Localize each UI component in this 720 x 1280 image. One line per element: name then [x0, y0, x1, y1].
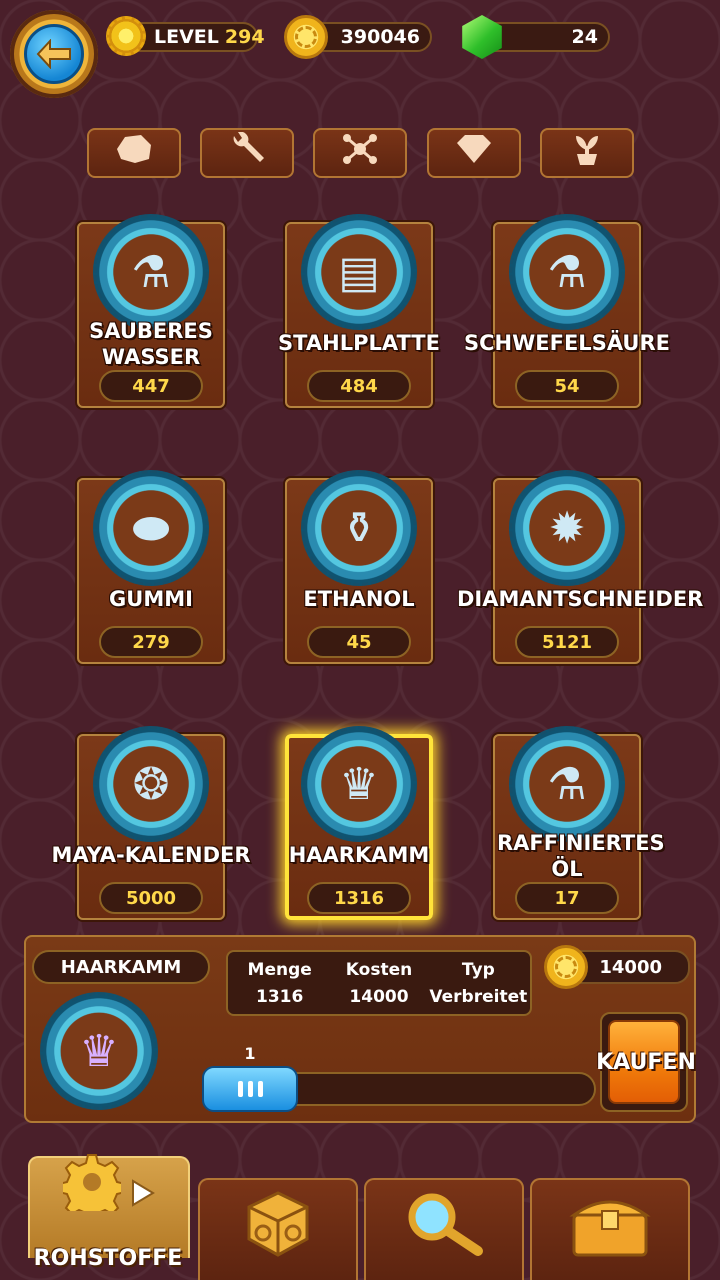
wrench-icon [228, 131, 266, 174]
hair-comb-icon: ♛ [339, 758, 379, 810]
item-badge: ⚱ [301, 470, 417, 586]
coin-icon [284, 15, 328, 59]
buy-button-label: KAUFEN [596, 1050, 696, 1075]
item-quantity: 17 [515, 882, 619, 914]
item-quantity: 279 [99, 626, 203, 658]
item-quantity: 1316 [307, 882, 411, 914]
coins-value: 390046 [340, 26, 420, 48]
saw-blade-icon: ✹ [548, 502, 586, 554]
gems-value: 24 [571, 26, 598, 48]
item-quantity: 54 [515, 370, 619, 402]
bottle-icon: ⚱ [340, 502, 378, 554]
item-badge: ⚗ [509, 726, 625, 842]
nav-tab-search[interactable] [364, 1178, 524, 1280]
item-info-box: Menge Kosten Typ 1316 14000 Verbreitet [226, 950, 532, 1016]
steel-plates-icon: ▤ [338, 246, 380, 298]
back-arrow-icon [24, 24, 84, 84]
nav-tab-chest[interactable] [530, 1178, 690, 1280]
kosten-label: Kosten [345, 959, 413, 980]
category-tab-chemistry[interactable] [313, 128, 407, 178]
selected-item-badge: ♛ [40, 992, 158, 1110]
menge-label: Menge [247, 959, 312, 980]
category-tab-gems[interactable] [427, 128, 521, 178]
item-badge: ⬬ [93, 470, 209, 586]
item-quantity: 45 [307, 626, 411, 658]
gear-icon [58, 1153, 126, 1224]
item-badge: ⚗ [93, 214, 209, 330]
item-badge: ⚗ [509, 214, 625, 330]
item-name: DIAMANTSCHNEIDER [457, 587, 704, 611]
item-name: SCHWEFELSÄURE [464, 331, 670, 355]
flask-oil-icon: ⚗ [547, 758, 587, 810]
item-quantity: 484 [307, 370, 411, 402]
maya-calendar-icon: ❂ [132, 758, 170, 810]
item-name: GUMMI [109, 587, 193, 611]
kosten-value: 14000 [349, 986, 409, 1007]
quantity-value: 1 [244, 1044, 256, 1063]
category-tab-stone[interactable] [87, 128, 181, 178]
level-label: LEVEL [154, 26, 219, 48]
category-tab-tools[interactable] [200, 128, 294, 178]
quantity-slider-handle[interactable] [202, 1066, 298, 1112]
selected-item-name: HAARKAMM [32, 950, 210, 984]
item-badge: ❂ [93, 726, 209, 842]
flask-yellow-icon: ⚗ [547, 246, 587, 298]
nav-tab-cube[interactable] [198, 1178, 358, 1280]
stone-icon [115, 133, 153, 173]
typ-label: Typ [461, 959, 495, 980]
item-quantity: 5121 [515, 626, 619, 658]
item-name: HAARKAMM [288, 843, 430, 867]
plant-icon [568, 132, 606, 174]
hair-comb-icon: ♛ [79, 1025, 119, 1077]
price-value: 14000 [599, 956, 662, 978]
nav-tab-label: ROHSTOFFE [33, 1246, 183, 1271]
item-quantity: 447 [99, 370, 203, 402]
item-name: SAUBERES WASSER [89, 319, 213, 369]
nav-tab-rohstoffe[interactable] [28, 1153, 190, 1258]
category-tab-plants[interactable] [540, 128, 634, 178]
rubber-puck-icon: ⬬ [132, 502, 170, 554]
play-arrow-icon [131, 1157, 155, 1220]
item-quantity: 5000 [99, 882, 203, 914]
chest-icon [568, 1189, 652, 1272]
level-value: 294 [224, 26, 265, 48]
back-button[interactable] [10, 10, 98, 98]
item-name: STAHLPLATTE [278, 331, 440, 355]
molecule-icon [340, 132, 380, 174]
menge-value: 1316 [256, 986, 304, 1007]
flask-blue-icon: ⚗ [131, 246, 171, 298]
cube-icon [243, 1189, 313, 1272]
price-coin-icon [544, 945, 588, 989]
item-name: MAYA-KALENDER [51, 843, 251, 867]
item-badge: ✹ [509, 470, 625, 586]
item-name: RAFFINIERTES ÖL [497, 831, 665, 881]
item-name: ETHANOL [303, 587, 415, 611]
item-badge: ♛ [301, 726, 417, 842]
item-badge: ▤ [301, 214, 417, 330]
diamond-icon [455, 133, 493, 173]
magnifier-icon [402, 1189, 486, 1272]
typ-value: Verbreitet [429, 986, 528, 1007]
gear-icon [106, 16, 146, 56]
